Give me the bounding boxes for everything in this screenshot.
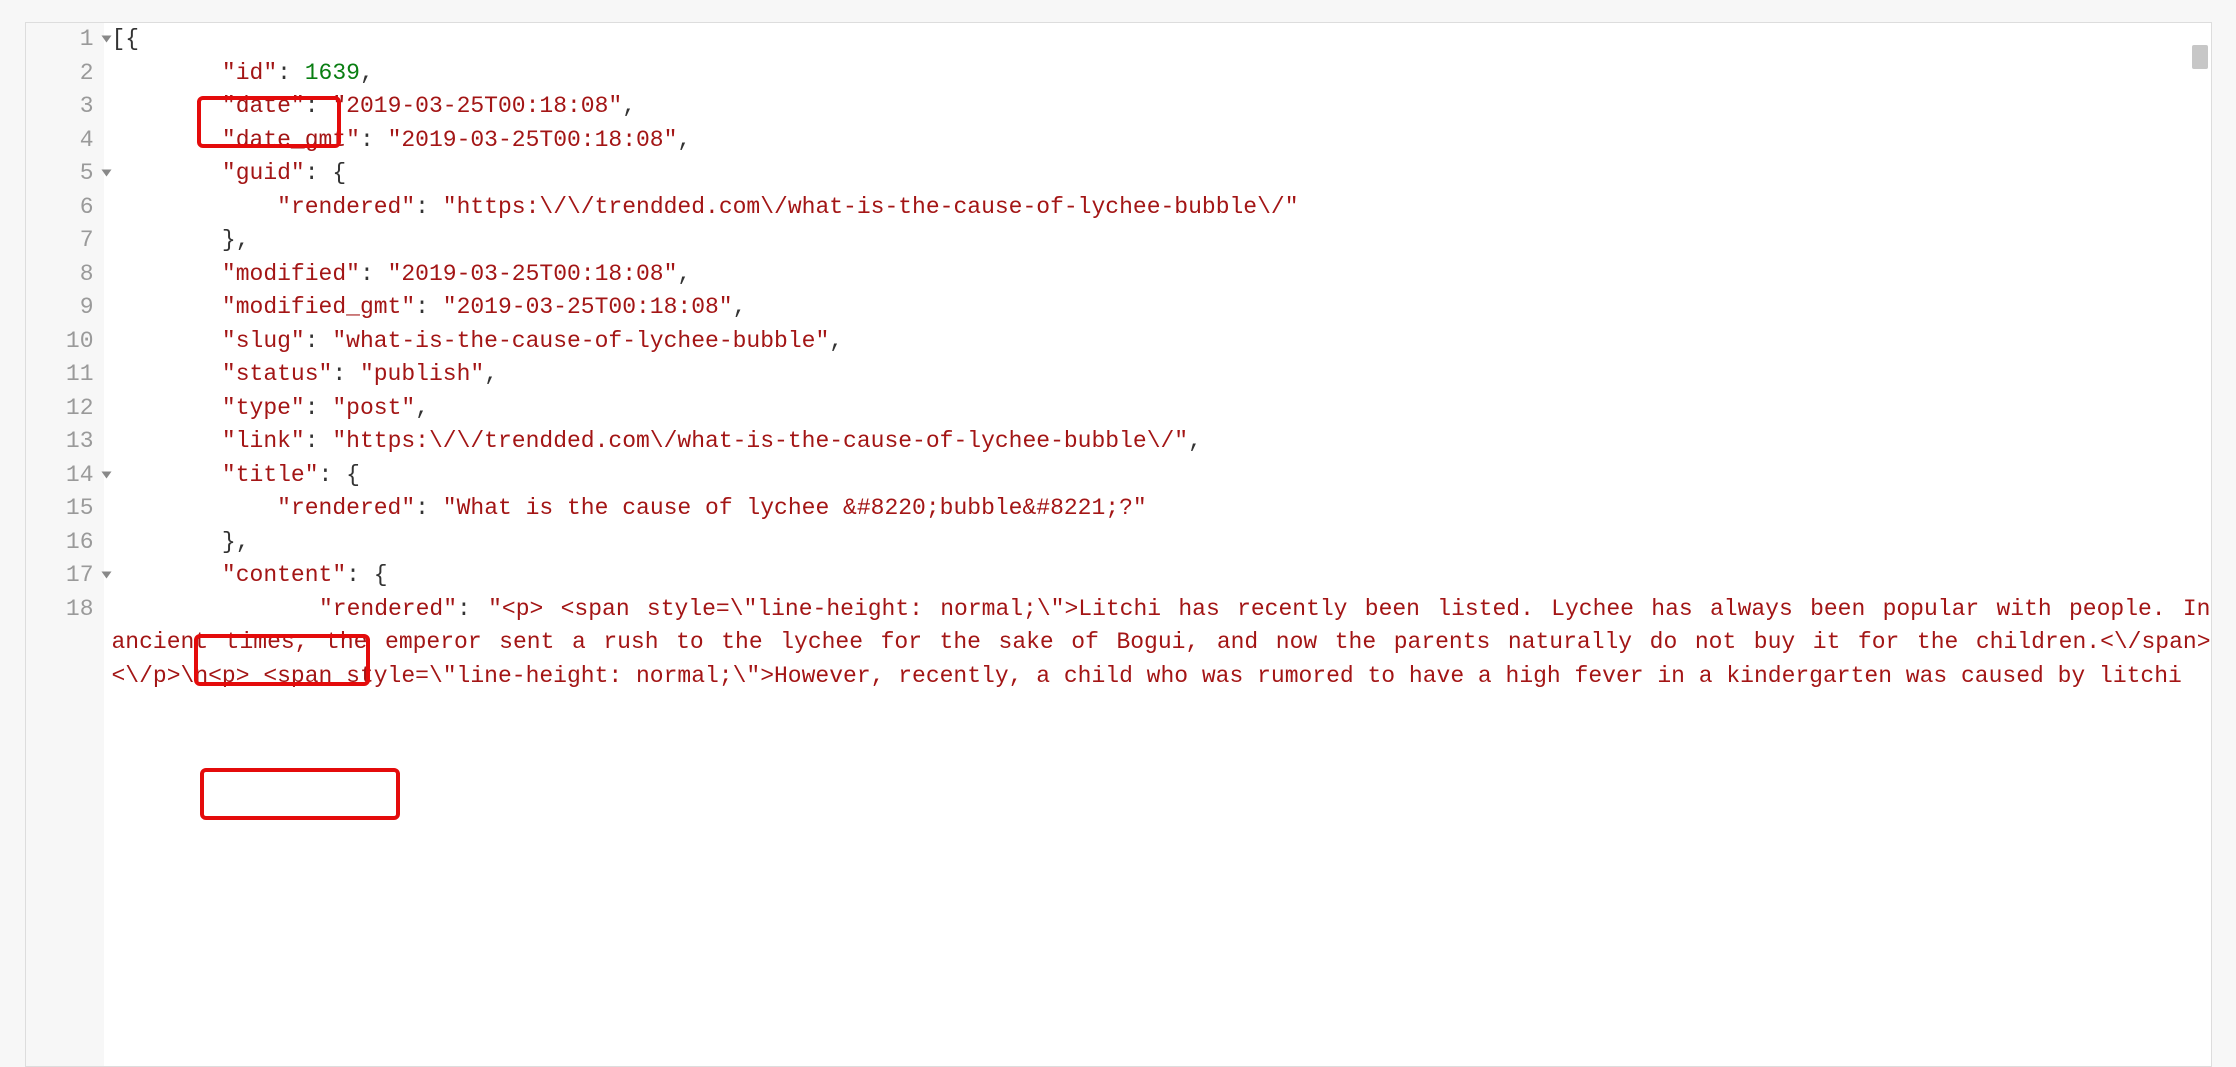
code-line-16: }, (112, 526, 2211, 560)
json-value: "What is the cause of lychee &#8220;bubb… (443, 495, 1147, 521)
line-number: 10 (26, 325, 94, 359)
code-line-17: "content": { (112, 559, 2211, 593)
line-number: 6 (26, 191, 94, 225)
vertical-scrollbar-thumb[interactable] (2192, 45, 2208, 69)
line-number: 16 (26, 526, 94, 560)
line-number: 7 (26, 224, 94, 258)
line-number: 1 (26, 23, 94, 57)
json-value: "https:\/\/trendded.com\/what-is-the-cau… (443, 194, 1299, 220)
line-number: 17 (26, 559, 94, 593)
code-line-8: "modified": "2019-03-25T00:18:08", (112, 258, 2211, 292)
hl-date (197, 96, 341, 148)
hl-content (200, 768, 400, 820)
code-line-6: "rendered": "https:\/\/trendded.com\/wha… (112, 191, 2211, 225)
code-editor: 123456789101112131415161718 [{ "id": 163… (25, 22, 2212, 1067)
json-value: "what-is-the-cause-of-lychee-bubble" (332, 328, 829, 354)
json-value: 1639 (305, 60, 360, 86)
json-value: "2019-03-25T00:18:08" (388, 261, 678, 287)
code-line-7: }, (112, 224, 2211, 258)
json-close-brace: }, (222, 529, 250, 555)
json-key-rendered: "rendered" (277, 495, 415, 521)
json-value: "publish" (360, 361, 484, 387)
json-key-title: "title" (222, 462, 319, 488)
json-value: "2019-03-25T00:18:08" (388, 127, 678, 153)
line-number: 8 (26, 258, 94, 292)
json-value: "post" (332, 395, 415, 421)
line-number: 4 (26, 124, 94, 158)
json-key-modified-gmt: "modified_gmt" (222, 294, 415, 320)
json-value: "2019-03-25T00:18:08" (332, 93, 622, 119)
code-line-3: "date": "2019-03-25T00:18:08", (112, 90, 2211, 124)
line-number: 14 (26, 459, 94, 493)
line-number: 15 (26, 492, 94, 526)
line-number: 12 (26, 392, 94, 426)
json-key-status: "status" (222, 361, 332, 387)
code-line-14: "title": { (112, 459, 2211, 493)
code-line-13: "link": "https:\/\/trendded.com\/what-is… (112, 425, 2211, 459)
json-key-link: "link" (222, 428, 305, 454)
json-key-type: "type" (222, 395, 305, 421)
line-number: 18 (26, 593, 94, 627)
code-line-2: "id": 1639, (112, 57, 2211, 91)
code-line-18: "rendered": "<p> <span style=\"line-heig… (112, 593, 2211, 694)
json-key-content: "content" (222, 562, 346, 588)
line-number: 13 (26, 425, 94, 459)
json-key-modified: "modified" (222, 261, 360, 287)
line-number: 3 (26, 90, 94, 124)
json-value: "2019-03-25T00:18:08" (443, 294, 733, 320)
code-line-12: "type": "post", (112, 392, 2211, 426)
code-line-1: [{ (112, 23, 2211, 57)
json-key-slug: "slug" (222, 328, 305, 354)
code-area[interactable]: [{ "id": 1639, "date": "2019-03-25T00:18… (104, 23, 2211, 1066)
code-line-10: "slug": "what-is-the-cause-of-lychee-bub… (112, 325, 2211, 359)
json-value: "https:\/\/trendded.com\/what-is-the-cau… (332, 428, 1188, 454)
code-line-4: "date_gmt": "2019-03-25T00:18:08", (112, 124, 2211, 158)
json-key-rendered: "rendered" (277, 194, 415, 220)
json-key-rendered: "rendered" (319, 596, 457, 622)
line-number: 2 (26, 57, 94, 91)
code-line-11: "status": "publish", (112, 358, 2211, 392)
code-line-15: "rendered": "What is the cause of lychee… (112, 492, 2211, 526)
json-key-id: "id" (222, 60, 277, 86)
line-number: 11 (26, 358, 94, 392)
hl-title (194, 634, 370, 686)
code-line-9: "modified_gmt": "2019-03-25T00:18:08", (112, 291, 2211, 325)
json-key-guid: "guid" (222, 160, 305, 186)
line-number: 9 (26, 291, 94, 325)
code-text: [{ (112, 26, 140, 52)
line-number-gutter: 123456789101112131415161718 (26, 23, 104, 1066)
code-line-5: "guid": { (112, 157, 2211, 191)
json-close-brace: }, (222, 227, 250, 253)
line-number: 5 (26, 157, 94, 191)
